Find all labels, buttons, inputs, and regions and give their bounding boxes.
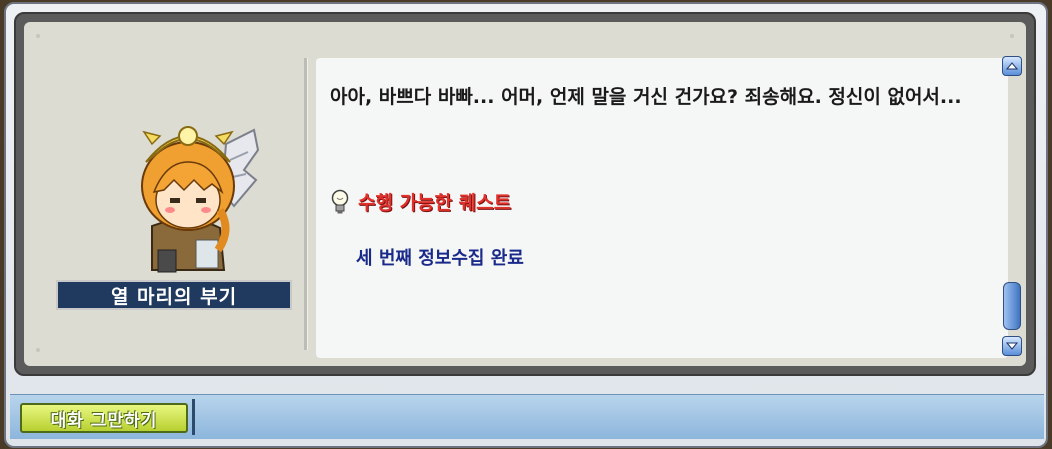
npc-portrait (141, 126, 260, 273)
quest-header-label: 수행 가능한 퀘스트 (358, 192, 512, 214)
corner-dot (1010, 34, 1014, 38)
dialog-frame: 열 마리의 부기 아아, 바쁘다 바빠... 어머, 언제 말을 거신 건가요?… (14, 12, 1036, 376)
dialog-footer: 대화 그만하기 (10, 394, 1044, 439)
end-chat-button[interactable]: 대화 그만하기 (20, 399, 195, 435)
scroll-up-button[interactable] (1002, 56, 1022, 76)
corner-dot (36, 34, 40, 38)
dialog-panel: 아아, 바쁘다 바빠... 어머, 언제 말을 거신 건가요? 죄송해요. 정신… (316, 58, 1008, 358)
dialog-inner: 열 마리의 부기 아아, 바쁘다 바빠... 어머, 언제 말을 거신 건가요?… (24, 22, 1026, 366)
scroll-thumb[interactable] (1003, 282, 1021, 330)
lightbulb-icon (331, 189, 349, 213)
corner-dot (36, 348, 40, 352)
scroll-down-icon (1006, 342, 1018, 350)
scroll-down-button[interactable] (1002, 336, 1022, 356)
dialog-scrollbar[interactable] (1002, 56, 1024, 360)
npc-dialog-window: 열 마리의 부기 아아, 바쁘다 바빠... 어머, 언제 말을 거신 건가요?… (4, 2, 1048, 448)
dialog-text: 아아, 바쁘다 바빠... 어머, 언제 말을 거신 건가요? 죄송해요. 정신… (330, 86, 962, 108)
scroll-up-icon (1006, 62, 1018, 70)
quest-header: 수행 가능한 퀘스트 (330, 188, 511, 215)
npc-name-plate: 열 마리의 부기 (56, 280, 292, 310)
quest-item[interactable]: 세 번째 정보수집 완료 (356, 244, 524, 270)
panel-divider (304, 58, 308, 350)
